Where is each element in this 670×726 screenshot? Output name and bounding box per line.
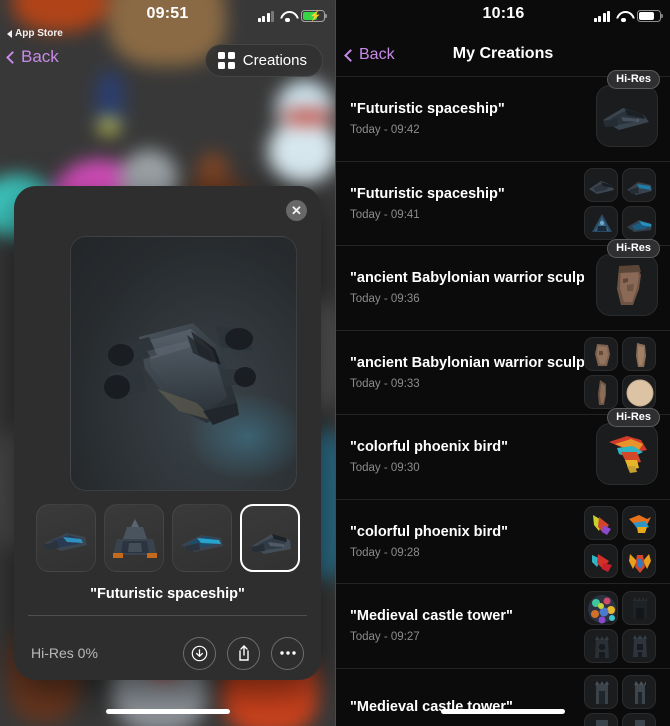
thumb-cell[interactable] xyxy=(584,206,618,241)
page-title: My Creations xyxy=(452,45,554,62)
back-triangle-icon xyxy=(7,29,12,38)
list-item[interactable]: "Futuristic spaceship" Today - 09:42 Hi-… xyxy=(336,69,670,161)
cellular-signal-icon xyxy=(257,10,274,22)
thumbnail-3[interactable] xyxy=(240,504,300,572)
item-timestamp: Today - 09:27 xyxy=(350,631,420,644)
chevron-left-icon xyxy=(6,50,19,64)
ellipsis-icon xyxy=(279,651,296,655)
back-button-left[interactable]: Back xyxy=(6,47,59,67)
item-thumbnail[interactable] xyxy=(596,253,658,316)
download-icon xyxy=(191,645,208,661)
item-title: "colorful phoenix bird" xyxy=(350,523,508,540)
thumbnail-2[interactable] xyxy=(172,504,232,572)
variant-thumbnail-strip xyxy=(36,504,300,572)
thumb-cell[interactable] xyxy=(622,337,656,372)
item-title: "ancient Babylonian warrior sculpture" xyxy=(350,354,584,371)
item-title: "Futuristic spaceship" xyxy=(350,185,505,202)
item-title: "colorful phoenix bird" xyxy=(350,439,508,456)
item-thumbnail-grid[interactable] xyxy=(584,168,658,241)
thumb-cell[interactable] xyxy=(584,337,618,372)
hires-progress-label: Hi-Res 0% xyxy=(31,645,98,661)
item-title: "Futuristic spaceship" xyxy=(350,101,505,118)
thumbnail-0[interactable] xyxy=(36,504,96,572)
item-timestamp: Today - 09:28 xyxy=(350,546,420,559)
thumb-cell[interactable] xyxy=(584,675,618,710)
thumb-cell[interactable] xyxy=(584,375,618,410)
home-indicator-left xyxy=(105,709,230,714)
status-indicators: ⚡ xyxy=(257,10,328,23)
creations-list[interactable]: "Futuristic spaceship" Today - 09:42 Hi-… xyxy=(336,69,670,726)
creation-detail-modal: ✕ "Futuristic spaceship" Hi-Res 0% xyxy=(14,186,321,680)
thumb-cell[interactable] xyxy=(584,168,618,203)
list-item[interactable]: "ancient Babylonian warrior sculpture" T… xyxy=(336,329,670,415)
thumb-cell[interactable] xyxy=(584,506,618,541)
item-timestamp: Today - 09:33 xyxy=(350,377,420,390)
wifi-icon xyxy=(280,11,295,23)
item-timestamp: Today - 09:36 xyxy=(350,293,420,306)
item-timestamp: Today - 09:41 xyxy=(350,208,420,221)
creations-label: Creations xyxy=(242,52,307,69)
divider xyxy=(28,615,307,616)
thumb-cell[interactable] xyxy=(622,544,656,579)
thumb-cell[interactable] xyxy=(622,713,656,726)
item-thumbnail-grid[interactable] xyxy=(584,506,658,579)
list-item[interactable]: "ancient Babylonian warrior sculpture" T… xyxy=(336,238,670,330)
thumb-cell[interactable] xyxy=(584,713,618,726)
item-title: "ancient Babylonian warrior sculpture" xyxy=(350,270,584,287)
thumbnail-1[interactable] xyxy=(104,504,164,572)
list-item[interactable]: "Medieval castle tower" xyxy=(336,667,670,726)
thumb-cell[interactable] xyxy=(622,506,656,541)
dual-screenshot: 09:51 ⚡ App Store Back Creations ✕ "Futu… xyxy=(0,0,670,726)
thumb-cell[interactable] xyxy=(584,628,618,663)
item-thumbnail[interactable] xyxy=(596,84,658,147)
wifi-icon xyxy=(616,11,631,23)
creations-button[interactable]: Creations xyxy=(205,44,323,77)
status-bar-right: 10:16 xyxy=(336,0,670,34)
cellular-signal-icon xyxy=(593,10,610,22)
item-thumbnail-grid[interactable] xyxy=(584,337,658,410)
return-app-label: App Store xyxy=(15,28,63,39)
item-title: "Medieval castle tower" xyxy=(350,608,513,625)
share-button[interactable] xyxy=(227,636,260,670)
thumb-cell[interactable] xyxy=(622,628,656,663)
download-button[interactable] xyxy=(183,636,216,670)
return-to-app-store[interactable]: App Store xyxy=(7,28,63,39)
right-phone-screen: 10:16 Back My Creations "Futuristic spac… xyxy=(335,0,670,726)
home-indicator-right xyxy=(441,709,565,714)
list-item[interactable]: "colorful phoenix bird" Today - 09:28 xyxy=(336,498,670,584)
list-item[interactable]: "colorful phoenix bird" Today - 09:30 Hi… xyxy=(336,407,670,499)
modal-title: "Futuristic spaceship" xyxy=(90,586,245,602)
item-thumbnail[interactable] xyxy=(596,422,658,485)
preview-image[interactable] xyxy=(70,236,297,491)
status-badge: Hi-Res xyxy=(607,407,660,427)
thumb-cell[interactable] xyxy=(622,375,656,410)
thumb-cell[interactable] xyxy=(584,544,618,579)
more-button[interactable] xyxy=(271,636,304,670)
battery-icon xyxy=(637,10,664,22)
item-timestamp: Today - 09:42 xyxy=(350,124,420,137)
status-indicators xyxy=(593,10,664,23)
close-icon[interactable]: ✕ xyxy=(286,200,307,221)
thumb-cell[interactable] xyxy=(622,675,656,710)
list-item[interactable]: "Medieval castle tower" Today - 09:27 xyxy=(336,583,670,668)
item-thumbnail-grid[interactable] xyxy=(584,675,658,726)
grid-icon xyxy=(218,52,235,69)
thumb-cell[interactable] xyxy=(584,590,618,625)
list-item[interactable]: "Futuristic spaceship" Today - 09:41 xyxy=(336,160,670,246)
footer-actions xyxy=(183,636,304,670)
spaceship-render xyxy=(104,323,256,425)
share-icon xyxy=(238,645,249,661)
left-phone-screen: 09:51 ⚡ App Store Back Creations ✕ "Futu… xyxy=(0,0,335,726)
status-badge: Hi-Res xyxy=(607,69,660,89)
status-badge: Hi-Res xyxy=(607,238,660,258)
battery-charging-icon: ⚡ xyxy=(301,10,328,22)
thumb-cell[interactable] xyxy=(622,590,656,625)
thumb-cell[interactable] xyxy=(622,206,656,241)
item-thumbnail-grid[interactable] xyxy=(584,590,658,663)
item-timestamp: Today - 09:30 xyxy=(350,462,420,475)
back-label: Back xyxy=(21,47,59,66)
thumb-cell[interactable] xyxy=(622,168,656,203)
modal-footer: Hi-Res 0% xyxy=(14,626,321,680)
